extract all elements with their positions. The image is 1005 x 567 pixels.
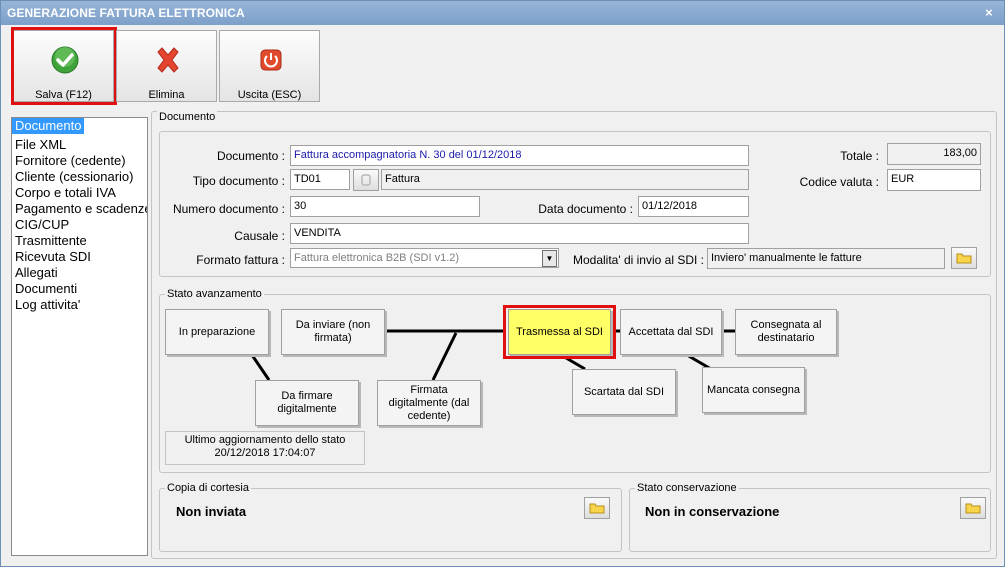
stato-avanzamento-title: Stato avanzamento (165, 288, 264, 300)
last-update-value: 20/12/2018 17:04:07 (214, 447, 316, 459)
numero-documento-field[interactable]: 30 (290, 196, 480, 217)
state-in-preparazione: In preparazione (165, 309, 269, 355)
state-mancata-consegna: Mancata consegna (702, 367, 805, 413)
numero-documento-label: Numero documento : (172, 202, 285, 216)
exit-button[interactable]: Uscita (ESC) (219, 30, 320, 102)
window-title: GENERAZIONE FATTURA ELETTRONICA (7, 6, 245, 20)
sidebar-item-file-xml[interactable]: File XML (12, 137, 147, 153)
trasmessa-highlight (503, 305, 616, 359)
last-update-label: Ultimo aggiornamento dello stato (184, 434, 346, 446)
sidebar-item-documento[interactable]: Documento (12, 118, 85, 134)
stato-conservazione-status: Non in conservazione (645, 504, 780, 519)
formato-fattura-label: Formato fattura : (196, 253, 285, 267)
tipo-lookup-button[interactable] (353, 169, 379, 191)
power-icon (260, 49, 282, 71)
codice-valuta-label: Codice valuta : (799, 175, 879, 189)
documento-field[interactable]: Fattura accompagnatoria N. 30 del 01/12/… (290, 145, 749, 166)
state-firmata: Firmata digitalmente (dal cedente) (377, 380, 481, 426)
title-bar: GENERAZIONE FATTURA ELETTRONICA × (1, 1, 1004, 25)
sidebar-item-cig[interactable]: CIG/CUP (12, 217, 147, 233)
documento-label: Documento : (216, 149, 285, 163)
section-list: Documento File XML Fornitore (cedente) C… (11, 117, 148, 556)
sidebar-item-pagamento[interactable]: Pagamento e scadenze (12, 201, 147, 217)
state-da-inviare: Da inviare (non firmata) (281, 309, 385, 355)
exit-label: Uscita (ESC) (237, 89, 302, 101)
close-button[interactable]: × (981, 5, 997, 21)
save-highlight (11, 27, 117, 105)
cortesia-folder-button[interactable] (584, 497, 610, 519)
last-update-box: Ultimo aggiornamento dello stato 20/12/2… (165, 431, 365, 465)
state-consegnata: Consegnata al destinatario (735, 309, 837, 355)
data-documento-field[interactable]: 01/12/2018 (638, 196, 749, 217)
folder-icon (956, 253, 972, 264)
chevron-down-icon[interactable]: ▼ (542, 250, 557, 267)
tipo-documento-desc-field: Fattura (381, 169, 749, 190)
sidebar-item-log[interactable]: Log attivita' (12, 297, 147, 313)
stato-conservazione-title: Stato conservazione (635, 482, 739, 494)
folder-icon (965, 503, 981, 514)
causale-field[interactable]: VENDITA (290, 223, 749, 244)
main-window: GENERAZIONE FATTURA ELETTRONICA × Salva … (0, 0, 1005, 567)
totale-label: Totale : (840, 149, 879, 163)
sidebar-item-cliente[interactable]: Cliente (cessionario) (12, 169, 147, 185)
state-da-firmare: Da firmare digitalmente (255, 380, 359, 426)
modalita-folder-button[interactable] (951, 247, 977, 269)
sidebar-item-allegati[interactable]: Allegati (12, 265, 147, 281)
modalita-invio-label: Modalita' di invio al SDI : (572, 253, 704, 267)
sidebar-item-fornitore[interactable]: Fornitore (cedente) (12, 153, 147, 169)
copia-cortesia-title: Copia di cortesia (165, 482, 251, 494)
causale-label: Causale : (234, 229, 285, 243)
tipo-documento-code-field[interactable]: TD01 (290, 169, 350, 190)
sidebar-item-ricevuta[interactable]: Ricevuta SDI (12, 249, 147, 265)
conservazione-folder-button[interactable] (960, 497, 986, 519)
sidebar-item-documenti[interactable]: Documenti (12, 281, 147, 297)
modalita-invio-field: Inviero' manualmente le fatture (707, 248, 945, 269)
sidebar-item-trasmittente[interactable]: Trasmittente (12, 233, 147, 249)
codice-valuta-field[interactable]: EUR (887, 169, 981, 191)
document-panel-title: Documento (157, 111, 218, 123)
data-documento-label: Data documento : (538, 202, 633, 216)
delete-button[interactable]: Elimina (116, 30, 217, 102)
delete-label: Elimina (148, 89, 185, 101)
copia-cortesia-group (159, 488, 622, 552)
folder-icon (589, 503, 605, 514)
copia-cortesia-status: Non inviata (176, 504, 247, 519)
sidebar-item-corpo[interactable]: Corpo e totali IVA (12, 185, 147, 201)
delete-x-icon (157, 47, 179, 73)
lookup-icon (361, 174, 371, 186)
state-accettata: Accettata dal SDI (620, 309, 722, 355)
stato-conservazione-group (629, 488, 991, 552)
totale-field: 183,00 (887, 143, 981, 165)
formato-fattura-select[interactable]: Fattura elettronica B2B (SDI v1.2) (290, 248, 559, 268)
tipo-documento-label: Tipo documento : (192, 174, 285, 188)
state-scartata: Scartata dal SDI (572, 369, 676, 415)
